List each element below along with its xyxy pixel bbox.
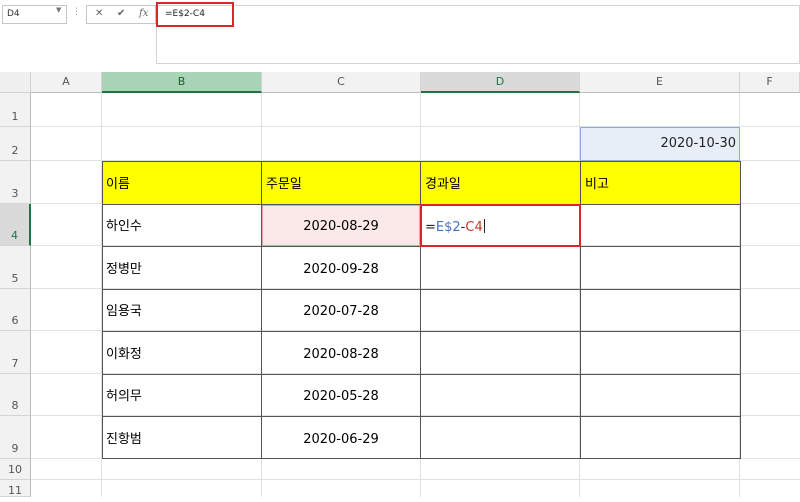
name-cell: 정병만 (106, 262, 142, 277)
header-note: 비고 (585, 177, 609, 192)
select-all-corner[interactable] (0, 72, 31, 93)
cell-formula-editor: =E$2-C4 (425, 219, 485, 235)
row-header-4[interactable]: 4 (0, 204, 31, 246)
order-date-value: 2020-08-29 (303, 219, 379, 234)
table-row[interactable]: 진항범 (102, 416, 261, 459)
formula-ref-c4: C4 (465, 220, 483, 235)
text-cursor (483, 219, 485, 233)
table-row[interactable]: 임용국 (102, 289, 261, 331)
col-header-a[interactable]: A (31, 72, 102, 93)
order-date-cell[interactable]: 2020-06-29 (262, 416, 420, 459)
row-header-9[interactable]: 9 (0, 416, 31, 459)
cell-e2-value: 2020-10-30 (660, 136, 736, 151)
order-date-cell[interactable]: 2020-09-28 (262, 246, 420, 289)
header-name: 이름 (106, 177, 130, 192)
formula-highlight-box (156, 2, 234, 27)
table-row[interactable]: 정병만 (102, 246, 261, 289)
order-date-value: 2020-08-28 (303, 347, 379, 362)
table-row[interactable]: 허의무 (102, 374, 261, 416)
order-date-value: 2020-09-28 (303, 262, 379, 277)
row-header-2[interactable]: 2 (0, 127, 31, 161)
order-date-cell[interactable]: 2020-07-28 (262, 289, 420, 331)
order-date-cell[interactable]: 2020-08-28 (262, 331, 420, 374)
name-cell: 허의무 (106, 389, 142, 404)
more-icon: ⋮ (72, 7, 81, 17)
enter-icon[interactable]: ✔ (117, 8, 125, 19)
table-row[interactable]: 하인수 (102, 204, 261, 246)
row-header-6[interactable]: 6 (0, 289, 31, 331)
header-note-cell[interactable]: 비고 (581, 161, 740, 204)
row-header-8[interactable]: 8 (0, 374, 31, 416)
name-cell: 이화정 (106, 347, 142, 362)
col-header-e[interactable]: E (580, 72, 740, 93)
header-elapsed: 경과일 (425, 177, 461, 192)
name-box-value: D4 (7, 9, 20, 19)
table-row[interactable]: 이화정 (102, 331, 261, 374)
name-cell: 임용국 (106, 304, 142, 319)
name-cell: 진항범 (106, 432, 142, 447)
col-header-f[interactable]: F (740, 72, 800, 93)
order-date-value: 2020-07-28 (303, 304, 379, 319)
cancel-icon[interactable]: ✕ (95, 8, 103, 19)
formula-ref-e2: E$2 (435, 220, 461, 235)
header-order-date-cell[interactable]: 주문일 (262, 161, 420, 204)
col-header-d[interactable]: D (421, 72, 580, 93)
row-header-1[interactable]: 1 (0, 93, 31, 127)
row-header-5[interactable]: 5 (0, 246, 31, 289)
order-date-cell[interactable]: 2020-05-28 (262, 374, 420, 416)
header-name-cell[interactable]: 이름 (102, 161, 261, 204)
order-date-value: 2020-05-28 (303, 389, 379, 404)
order-date-cell[interactable]: 2020-08-29 (262, 204, 420, 246)
row-header-10[interactable]: 10 (0, 459, 31, 480)
chevron-down-icon[interactable]: ▼ (56, 6, 61, 14)
header-elapsed-cell[interactable]: 경과일 (421, 161, 580, 204)
insert-function-icon[interactable]: fx (139, 8, 148, 19)
col-header-c[interactable]: C (262, 72, 421, 93)
row-header-7[interactable]: 7 (0, 331, 31, 374)
row-header-3[interactable]: 3 (0, 161, 31, 204)
cell-e2[interactable]: 2020-10-30 (580, 127, 740, 161)
formula-input[interactable]: =E$2-C4 (156, 5, 800, 64)
col-header-b[interactable]: B (102, 72, 262, 93)
formula-equals: = (425, 220, 436, 235)
row-header-11[interactable]: 11 (0, 480, 31, 497)
grid-line (31, 479, 800, 480)
header-order-date: 주문일 (266, 177, 302, 192)
active-cell-d4[interactable]: =E$2-C4 (420, 204, 581, 247)
order-date-value: 2020-06-29 (303, 432, 379, 447)
name-cell: 하인수 (106, 219, 142, 234)
